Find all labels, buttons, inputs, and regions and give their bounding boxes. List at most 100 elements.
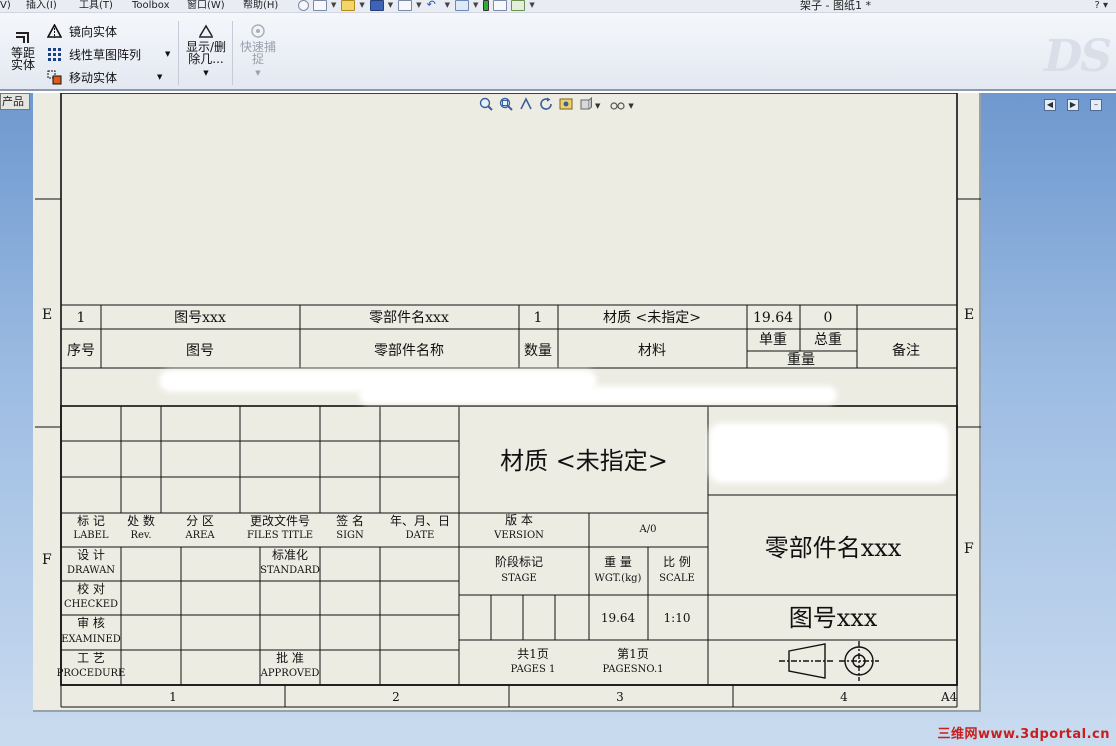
page-no-label-en: PAGESNO.1	[602, 664, 664, 675]
mirror-icon	[47, 23, 62, 39]
bom-header-part-name: 零部件名称	[374, 343, 444, 359]
save-icon[interactable]	[369, 0, 384, 11]
role-label: 校 对	[77, 582, 105, 596]
menu-view[interactable]: V)	[0, 0, 11, 11]
chevron-down-icon[interactable]: ▼	[203, 69, 208, 77]
chevron-down-icon[interactable]: ▼	[628, 102, 633, 110]
undo-icon[interactable]: ↶	[427, 0, 441, 11]
display-style-icon[interactable]	[579, 96, 593, 114]
projection-symbol	[779, 641, 879, 681]
chevron-down-icon[interactable]: ▼	[165, 50, 170, 58]
window-title: 架子 - 图纸1 *	[800, 0, 871, 12]
menu-window[interactable]: 窗口(W)	[187, 0, 225, 11]
bom-header-qty: 数量	[524, 343, 552, 359]
chevron-down-icon[interactable]: ▼	[445, 0, 450, 10]
offset-entities-button[interactable]: 等距实体	[3, 31, 43, 71]
chevron-down-icon[interactable]: ▼	[331, 0, 336, 10]
zone-col-label: 3	[616, 690, 624, 704]
move-entities-button[interactable]: 移动实体 ▼	[47, 67, 162, 87]
rebuild-traffic-light-icon[interactable]	[483, 0, 490, 11]
feature-tree-tab[interactable]: 产品	[0, 93, 30, 110]
version-label-en: VERSION	[494, 530, 544, 541]
pages-label-en: PAGES 1	[510, 664, 556, 675]
approved-label-en: APPROVED	[260, 668, 320, 679]
rebuild-icon[interactable]	[539, 97, 553, 114]
graphics-area[interactable]: 产品 ▼ ▼ E E F F 1 2 3 4 A4 1 图号xxx 零部件名xx…	[0, 93, 1116, 746]
previous-view-icon[interactable]	[519, 97, 533, 114]
rev-header-label: 更改文件号	[249, 514, 311, 528]
standard-label-en: STANDARD	[260, 565, 320, 576]
bom-header-index: 序号	[67, 343, 95, 359]
zoom-to-area-icon[interactable]	[499, 97, 513, 114]
site-watermark: 三维网www.3dportal.cn	[937, 727, 1110, 742]
title-drawing-no: 图号xxx	[788, 604, 878, 632]
menu-insert[interactable]: 插入(I)	[26, 0, 57, 11]
menu-tools[interactable]: 工具(T)	[79, 0, 113, 11]
zone-col-label: 4	[840, 690, 848, 704]
role-label-en: EXAMINED	[61, 634, 121, 645]
zone-row-label: F	[42, 552, 52, 568]
erased-company-overlay	[713, 427, 945, 479]
bom-qty: 1	[533, 310, 543, 326]
sheet-size-label: A4	[941, 690, 958, 704]
open-folder-icon[interactable]	[341, 0, 356, 11]
file-properties-icon[interactable]	[493, 0, 508, 11]
offset-entities-label: 等距实体	[10, 46, 35, 72]
chevron-down-icon[interactable]: ▼	[255, 69, 260, 77]
menu-toolbox[interactable]: Toolbox	[132, 0, 170, 11]
chevron-down-icon[interactable]: ▼	[595, 102, 600, 110]
menu-help[interactable]: 帮助(H)	[243, 0, 278, 11]
bom-drawing-no: 图号xxx	[174, 310, 226, 326]
bom-header-drawing-no: 图号	[186, 343, 214, 359]
rev-header-label: 标 记	[77, 514, 105, 528]
rev-header-label-en: DATE	[405, 530, 435, 541]
linear-pattern-label: 线性草图阵列	[69, 47, 142, 62]
display-relations-icon	[199, 24, 213, 38]
print-icon[interactable]	[398, 0, 413, 11]
linear-pattern-button[interactable]: 线性草图阵列 ▼	[47, 44, 170, 64]
role-label: 工 艺	[77, 651, 105, 665]
zoom-to-fit-icon[interactable]	[479, 97, 493, 114]
display-delete-relations-button[interactable]: 显示/删除几... ▼	[184, 23, 228, 79]
chevron-down-icon[interactable]: ▼	[157, 73, 162, 81]
offset-entities-icon	[16, 32, 29, 43]
hide-show-items-icon[interactable]	[610, 98, 626, 113]
rev-header-label-en: SIGN	[336, 530, 364, 541]
pin-icon[interactable]	[298, 0, 309, 11]
pages-label: 共1页	[517, 647, 549, 661]
pane-right-arrow-icon[interactable]: ▶	[1067, 99, 1079, 111]
pane-controls: ◀ ▶ –	[1033, 99, 1102, 111]
new-document-icon[interactable]	[313, 0, 327, 11]
zone-col-label: 2	[392, 690, 400, 704]
chevron-down-icon[interactable]: ▼	[529, 0, 534, 10]
drawing-sheet[interactable]: ▼ ▼ E E F F 1 2 3 4 A4 1 图号xxx 零部件名xxx 1…	[33, 93, 981, 712]
rev-header-label: 签 名	[336, 514, 364, 528]
sheet-properties-icon[interactable]	[559, 97, 573, 114]
mirror-entities-button[interactable]: 镜向实体	[47, 21, 117, 41]
chevron-down-icon[interactable]: ▼	[416, 0, 421, 10]
erased-text-overlay	[163, 374, 593, 388]
heads-up-view-toolbar: ▼ ▼	[479, 96, 640, 114]
weight-label: 重 量	[604, 555, 632, 569]
scale-label-en: SCALE	[659, 573, 695, 584]
bom-header-unit-weight: 单重	[759, 332, 787, 348]
role-label: 审 核	[77, 616, 105, 630]
pane-left-arrow-icon[interactable]: ◀	[1044, 99, 1056, 111]
page-no-label: 第1页	[617, 647, 649, 661]
ds-logo: DS	[1044, 31, 1112, 82]
quick-snap-icon	[251, 24, 265, 38]
options-icon[interactable]	[511, 0, 526, 11]
chevron-down-icon[interactable]: ▼	[473, 0, 478, 10]
minimize-icon[interactable]: –	[1090, 99, 1102, 111]
rev-header-label: 年、月、日	[389, 514, 451, 528]
command-manager-ribbon: 等距实体 镜向实体 线性草图阵列 ▼ 移动实体 ▼ 显示/删除几... ▼ 快速…	[0, 13, 1116, 91]
select-cursor-icon[interactable]	[454, 0, 469, 11]
stage-label: 阶段标记	[494, 555, 544, 569]
chevron-down-icon[interactable]: ▼	[359, 0, 364, 10]
chevron-down-icon[interactable]: ▼	[388, 0, 393, 10]
role-label: 设 计	[77, 548, 105, 562]
help-controls[interactable]: ? ▾	[1094, 0, 1108, 11]
quick-snaps-button[interactable]: 快速捕捉 ▼	[236, 23, 280, 79]
bom-header-total-weight: 总重	[814, 332, 842, 348]
erased-text-overlay	[363, 390, 833, 400]
